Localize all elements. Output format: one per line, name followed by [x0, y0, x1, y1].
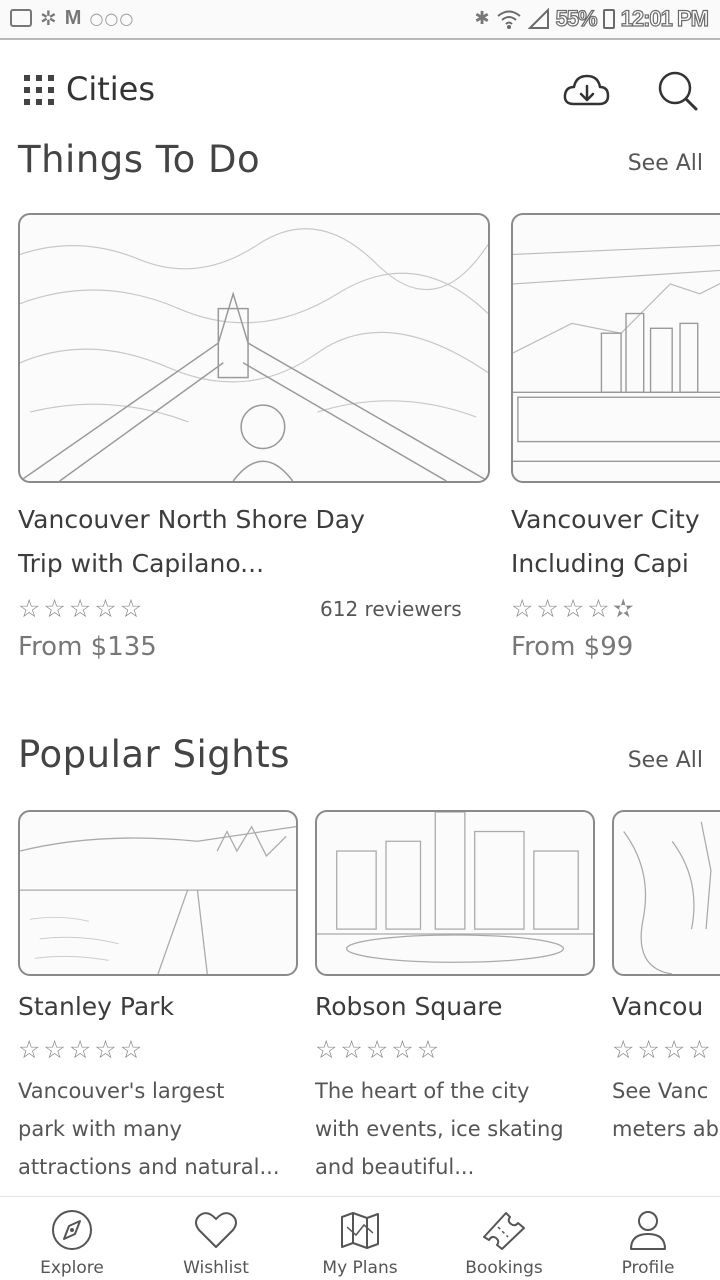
popular-sights-see-all-link[interactable]: See All [628, 748, 703, 773]
battery-icon [602, 9, 615, 29]
sight-description-line1: Vancouver's largest [18, 1079, 225, 1103]
bluetooth-icon: ✱ [474, 8, 490, 29]
star-icon: ☆ [511, 594, 534, 623]
nav-profile[interactable]: Profile [576, 1197, 720, 1280]
robson-square-image[interactable] [315, 810, 595, 976]
price: From $99 [511, 632, 634, 662]
ticket-icon[interactable] [480, 1207, 528, 1253]
things-to-do-see-all-link[interactable]: See All [628, 151, 703, 176]
popular-sights-heading: Popular Sights [18, 733, 290, 776]
star-icon: ☆ [119, 1035, 143, 1064]
star-rating: ☆ ☆ ☆ ☆ [612, 1037, 720, 1063]
star-icon: ☆ [18, 594, 41, 623]
pinwheel-notification-icon: ✲ [40, 6, 57, 30]
wifi-icon [496, 10, 521, 29]
star-icon: ☆ [43, 594, 66, 623]
sight-description-line2: with events, ice skating [315, 1117, 564, 1141]
things-to-do-heading: Things To Do [18, 138, 261, 181]
sight-description-line2: park with many [18, 1117, 182, 1141]
star-icon: ☆ [662, 1037, 686, 1063]
star-icon: ☆ [68, 1035, 92, 1064]
notification-icons: ✲ M ○○○ [10, 8, 134, 28]
star-icon: ☆ [561, 594, 585, 623]
nav-my-plans[interactable]: My Plans [288, 1197, 432, 1280]
nav-my-plans-label[interactable]: My Plans [288, 1258, 432, 1278]
nav-explore[interactable]: Explore [0, 1197, 144, 1280]
capilano-bridge-image[interactable] [18, 213, 490, 483]
heart-icon[interactable] [192, 1207, 240, 1253]
system-status: ✱ 55% 12:01 PM [474, 5, 710, 32]
sight-description-line1: The heart of the city [315, 1079, 530, 1103]
reviewers-count: 612 reviewers [320, 597, 462, 621]
star-icon: ☆ [416, 1035, 440, 1064]
person-icon[interactable] [624, 1207, 672, 1253]
battery-percent: 55% [555, 5, 598, 31]
cloud-download-icon[interactable] [562, 68, 610, 114]
sight-title[interactable]: Stanley Park [18, 985, 298, 1029]
sight-title[interactable]: Robson Square [315, 985, 595, 1029]
star-icon: ☆ [637, 1037, 660, 1063]
star-icon: ☆ [68, 594, 92, 623]
star-icon: ☆ [340, 1035, 363, 1064]
sight-description-line3: attractions and natural... [18, 1155, 280, 1179]
sight-description-line2: meters ab [612, 1117, 719, 1141]
star-icon: ☆ [612, 1037, 635, 1063]
star-icon: ☆ [391, 1035, 414, 1064]
star-rating: ☆ ☆ ☆ ☆ ☆ [315, 1037, 439, 1063]
nav-wishlist[interactable]: Wishlist [144, 1197, 288, 1280]
search-icon[interactable] [654, 68, 702, 114]
star-icon: ☆ [315, 1035, 338, 1064]
compass-icon[interactable] [48, 1207, 96, 1253]
card-title-line2[interactable]: Trip with Capilano... [18, 542, 478, 586]
nav-explore-label[interactable]: Explore [0, 1258, 144, 1278]
star-rating: ☆ ☆ ☆ ☆ ☆ [18, 596, 142, 622]
card-title-line2[interactable]: Including Capi [511, 542, 720, 586]
sight-description-line3: and beautiful... [315, 1155, 475, 1179]
star-icon: ☆ [688, 1037, 711, 1063]
half-star-icon: ✫ [612, 594, 634, 623]
status-bar: ✲ M ○○○ ✱ 55% 12:01 PM [0, 0, 720, 40]
app-header: Cities [0, 42, 720, 132]
star-icon: ☆ [43, 1035, 66, 1064]
star-icon: ☆ [536, 594, 559, 623]
page-title[interactable]: Cities [66, 70, 155, 108]
bottom-navigation: Explore Wishlist My Plans Bookings Profi… [0, 1196, 720, 1280]
nav-bookings-label[interactable]: Bookings [432, 1258, 576, 1278]
gmail-notification-icon: M [64, 7, 82, 29]
star-icon: ☆ [119, 594, 143, 623]
star-icon: ☆ [94, 1035, 117, 1064]
star-icon: ☆ [94, 594, 117, 623]
gallery-notification-icon [10, 9, 32, 27]
sight-image[interactable] [612, 810, 720, 976]
star-icon: ☆ [365, 1035, 389, 1064]
signal-icon [527, 8, 549, 29]
clock: 12:01 PM [620, 5, 710, 31]
nav-profile-label[interactable]: Profile [576, 1258, 720, 1278]
card-title-line1[interactable]: Vancouver North Shore Day [18, 498, 478, 542]
map-icon[interactable] [336, 1207, 384, 1253]
card-title-line1[interactable]: Vancouver City [511, 498, 720, 542]
vancouver-city-image[interactable] [511, 213, 720, 483]
stanley-park-image[interactable] [18, 810, 298, 976]
nav-bookings[interactable]: Bookings [432, 1197, 576, 1280]
star-icon: ☆ [18, 1035, 41, 1064]
star-rating: ☆ ☆ ☆ ☆ ☆ [18, 1037, 142, 1063]
price: From $135 [18, 632, 157, 662]
star-rating: ☆ ☆ ☆ ☆ ✫ [511, 596, 634, 622]
more-notifications-icon: ○○○ [89, 8, 135, 28]
star-icon: ☆ [587, 594, 610, 623]
nav-wishlist-label[interactable]: Wishlist [144, 1258, 288, 1278]
sight-title[interactable]: Vancou [612, 985, 720, 1029]
grid-menu-icon[interactable] [24, 75, 60, 105]
sight-description-line1: See Vanc [612, 1079, 709, 1103]
